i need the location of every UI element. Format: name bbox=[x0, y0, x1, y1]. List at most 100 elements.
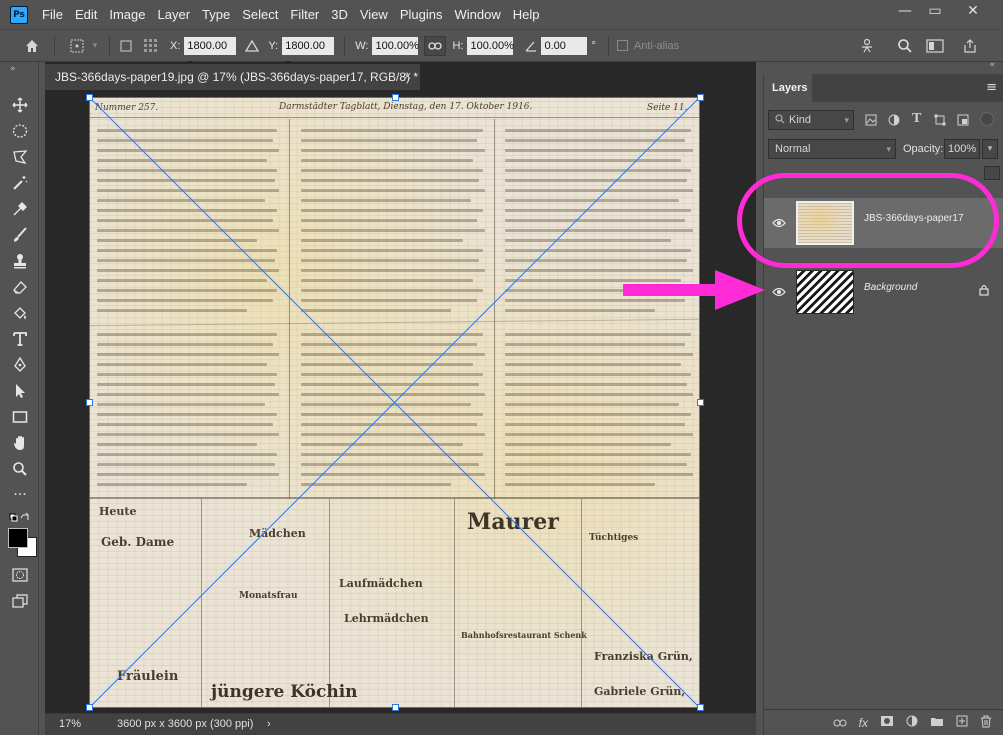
filter-type-icon[interactable]: T bbox=[912, 111, 921, 127]
zoom-tool-icon[interactable] bbox=[11, 460, 29, 478]
rectangle-tool-icon[interactable] bbox=[11, 408, 29, 426]
quick-mask-icon[interactable] bbox=[11, 566, 29, 584]
opacity-input[interactable]: 100% bbox=[944, 139, 980, 159]
eraser-icon[interactable] bbox=[11, 278, 29, 296]
collapse-arrows-icon[interactable]: » bbox=[10, 64, 16, 74]
puppet-warp-icon[interactable] bbox=[857, 38, 877, 54]
menu-view[interactable]: View bbox=[354, 0, 394, 29]
menu-3d[interactable]: 3D bbox=[325, 0, 354, 29]
menu-bar: Ps File Edit Image Layer Type Select Fil… bbox=[0, 0, 1003, 29]
reference-point-icon[interactable] bbox=[67, 38, 89, 54]
chevron-down-icon[interactable]: ▾ bbox=[89, 40, 101, 51]
blend-mode-select[interactable]: Normal ▾ bbox=[768, 139, 896, 159]
elliptical-marquee-icon[interactable] bbox=[11, 122, 29, 140]
hand-tool-icon[interactable] bbox=[11, 434, 29, 452]
swap-colors-icon[interactable] bbox=[9, 512, 31, 524]
lock-icon[interactable] bbox=[979, 284, 989, 299]
path-selection-icon[interactable] bbox=[11, 382, 29, 400]
home-icon[interactable] bbox=[22, 38, 42, 54]
transform-handle-bottom-right[interactable] bbox=[697, 704, 704, 711]
y-input[interactable]: 1800.00 p bbox=[282, 36, 335, 70]
menu-edit[interactable]: Edit bbox=[69, 0, 103, 29]
antialias-checkbox[interactable] bbox=[617, 40, 629, 51]
folder-icon[interactable] bbox=[930, 716, 944, 730]
eyedropper-icon[interactable] bbox=[11, 200, 29, 218]
menu-window[interactable]: Window bbox=[448, 0, 506, 29]
filter-pixel-icon[interactable] bbox=[865, 114, 877, 129]
fill-dropdown[interactable] bbox=[984, 166, 1000, 180]
lasso-icon[interactable] bbox=[11, 148, 29, 166]
height-input[interactable]: 100.00% bbox=[467, 36, 514, 55]
y-label: Y: bbox=[268, 39, 279, 52]
panel-collapse-icon[interactable]: « bbox=[989, 60, 995, 70]
stamp-icon[interactable] bbox=[11, 252, 29, 270]
brush-icon[interactable] bbox=[11, 226, 29, 244]
menu-file[interactable]: File bbox=[36, 0, 69, 29]
filter-shape-icon[interactable] bbox=[934, 114, 946, 129]
search-icon[interactable] bbox=[895, 38, 915, 54]
reference-grid-icon[interactable] bbox=[140, 38, 162, 54]
canvas-image[interactable]: Nummer 257. Darmstädter Tagblatt, Dienst… bbox=[89, 97, 700, 708]
menu-type[interactable]: Type bbox=[196, 0, 236, 29]
layers-tab-bar: Layers ≡ bbox=[764, 74, 1003, 102]
delta-icon bbox=[240, 39, 264, 52]
filter-toggle[interactable] bbox=[980, 112, 994, 126]
filter-smartobject-icon[interactable] bbox=[957, 114, 969, 129]
document-tab[interactable]: JBS-366days-paper19.jpg @ 17% (JBS-366da… bbox=[45, 64, 420, 90]
menu-image[interactable]: Image bbox=[103, 0, 151, 29]
blend-mode-value: Normal bbox=[775, 143, 811, 155]
layers-bottom-bar: fx bbox=[764, 709, 1003, 735]
highlight-ellipse-annotation bbox=[737, 173, 999, 268]
close-button[interactable]: ✕ bbox=[954, 0, 992, 22]
angle-input[interactable]: 0.00 bbox=[541, 36, 588, 55]
transform-handle-top[interactable] bbox=[392, 94, 399, 101]
transform-handle-bottom[interactable] bbox=[392, 704, 399, 711]
link-layers-icon[interactable] bbox=[833, 716, 847, 730]
pen-tool-icon[interactable] bbox=[11, 356, 29, 374]
link-icon[interactable] bbox=[424, 35, 447, 56]
opacity-dropdown-icon[interactable]: ▾ bbox=[982, 139, 998, 159]
magic-wand-icon[interactable] bbox=[11, 174, 29, 192]
search-icon bbox=[775, 114, 785, 124]
filter-adjustment-icon[interactable] bbox=[888, 114, 900, 129]
paint-bucket-icon[interactable] bbox=[11, 304, 29, 322]
share-icon[interactable] bbox=[960, 38, 980, 54]
add-mask-icon[interactable] bbox=[880, 715, 894, 730]
more-tools-icon[interactable]: ··· bbox=[11, 486, 29, 504]
menu-help[interactable]: Help bbox=[507, 0, 546, 29]
x-input[interactable]: 1800.00 p bbox=[184, 36, 237, 70]
layer-name[interactable]: Background bbox=[864, 282, 917, 293]
divider bbox=[607, 35, 609, 56]
layer-row-background[interactable]: Background bbox=[764, 267, 1003, 317]
adjustment-layer-icon[interactable] bbox=[906, 715, 918, 730]
chevron-down-icon: ▾ bbox=[886, 144, 891, 154]
transform-handle-top-right[interactable] bbox=[697, 94, 704, 101]
transform-handle-top-left[interactable] bbox=[86, 94, 93, 101]
zoom-level[interactable]: 17% bbox=[59, 714, 81, 734]
type-tool-icon[interactable] bbox=[11, 330, 29, 348]
transform-handle-bottom-left[interactable] bbox=[86, 704, 93, 711]
tab-layers[interactable]: Layers bbox=[764, 74, 812, 102]
angle-icon bbox=[521, 40, 541, 52]
move-tool-icon[interactable] bbox=[11, 96, 29, 114]
antialias-label: Anti-alias bbox=[633, 39, 680, 52]
fx-icon[interactable]: fx bbox=[859, 716, 868, 730]
panel-menu-icon[interactable]: ≡ bbox=[986, 80, 997, 95]
transform-handle-left[interactable] bbox=[86, 399, 93, 406]
menu-plugins[interactable]: Plugins bbox=[394, 0, 449, 29]
foreground-color-swatch[interactable] bbox=[8, 528, 28, 548]
checkbox-icon[interactable] bbox=[118, 40, 134, 52]
close-tab-icon[interactable]: ✕ bbox=[403, 64, 412, 90]
kind-filter-select[interactable]: Kind ▾ bbox=[768, 110, 854, 130]
menu-filter[interactable]: Filter bbox=[284, 0, 325, 29]
maximize-button[interactable]: ▭ bbox=[916, 0, 954, 22]
width-input[interactable]: 100.00% bbox=[372, 36, 419, 55]
menu-layer[interactable]: Layer bbox=[152, 0, 197, 29]
new-layer-icon[interactable] bbox=[956, 715, 968, 730]
menu-select[interactable]: Select bbox=[236, 0, 284, 29]
status-menu-arrow-icon[interactable]: › bbox=[267, 714, 271, 734]
trash-icon[interactable] bbox=[980, 715, 992, 731]
workspace-icon[interactable] bbox=[925, 38, 945, 53]
transform-handle-right[interactable] bbox=[697, 399, 704, 406]
screen-mode-icon[interactable] bbox=[11, 592, 29, 610]
